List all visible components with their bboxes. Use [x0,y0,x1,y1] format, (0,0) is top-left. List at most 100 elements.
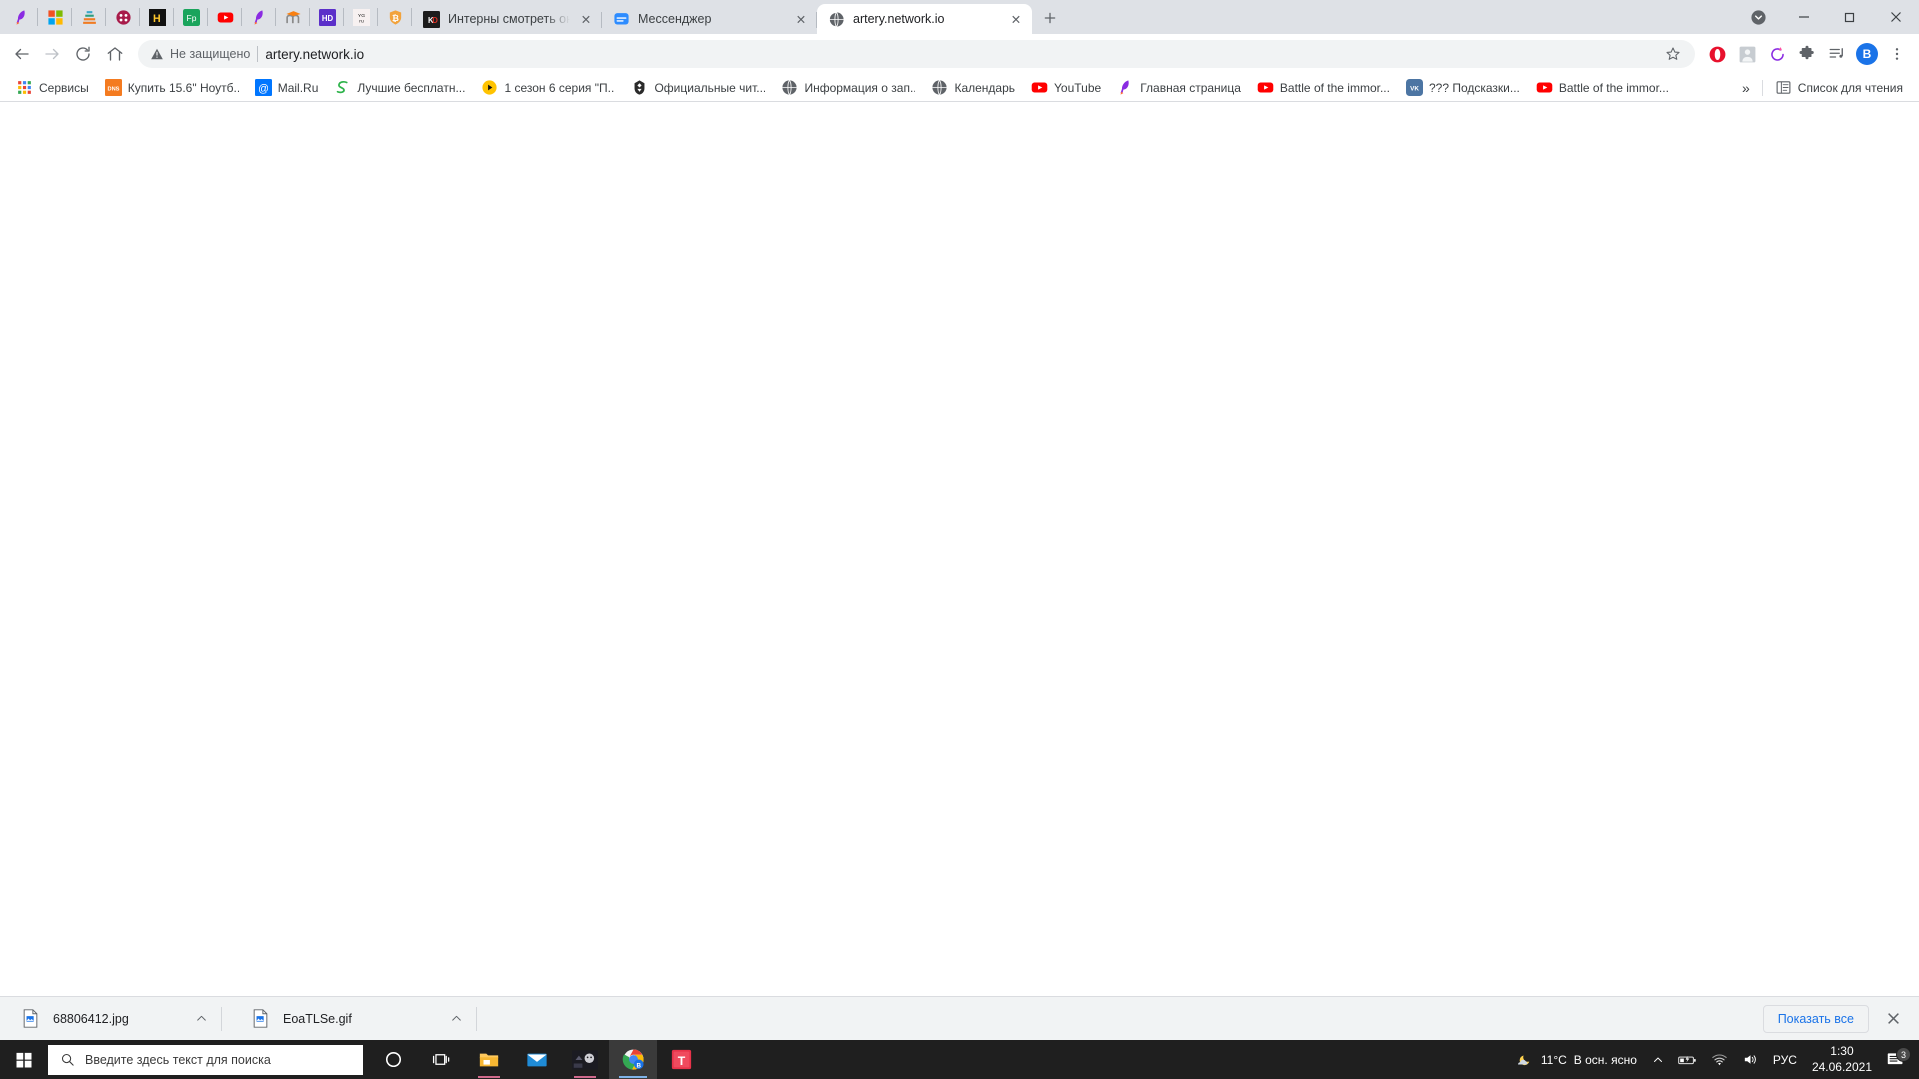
reload-button[interactable] [68,40,98,68]
purple-refresh-icon-button[interactable] [1763,40,1791,68]
bookmark-mailru[interactable]: @ Mail.Ru [247,76,327,99]
bookmark-informacia-o-zap[interactable]: Информация о зап... [773,76,923,99]
tab-close-button[interactable]: ✕ [1008,11,1024,27]
download-menu-button[interactable] [195,1012,208,1025]
download-filename: 68806412.jpg [53,1011,129,1026]
pinned-tab-fp[interactable]: Fp [174,0,208,34]
bookmark-battle-of-immortals-1[interactable]: Battle of the immor... [1249,76,1398,99]
globe-icon [829,11,844,27]
maximize-button[interactable] [1827,0,1873,34]
minimize-button[interactable] [1781,0,1827,34]
tab-search-button[interactable] [1735,0,1781,34]
address-bar[interactable]: Не защищено artery.network.io [138,40,1695,68]
pinned-tab-hd[interactable]: HD [310,0,344,34]
file-explorer-button[interactable] [465,1040,513,1079]
pinned-tab-stack[interactable] [72,0,106,34]
bookmark-label: Лучшие бесплатн... [357,80,466,95]
tab-messenger[interactable]: Мессенджер ✕ [602,4,817,34]
pinned-tab-yg[interactable]: YG ru [344,0,378,34]
tab-interny[interactable]: KD Интерны смотреть онлайн на р ✕ [412,4,602,34]
clock-widget[interactable]: 1:30 24.06.2021 [1804,1044,1880,1076]
feather-purple-icon [16,9,25,25]
show-hidden-icons-button[interactable] [1645,1040,1671,1079]
profile-avatar-button[interactable]: B [1853,40,1881,68]
media-list-button[interactable] [1823,40,1851,68]
pinned-tab-feather2[interactable] [242,0,276,34]
show-all-downloads-button[interactable]: Показать все [1762,1004,1869,1033]
chrome-button[interactable]: B [609,1040,657,1079]
vk-icon: VK [1405,79,1423,96]
bookmark-sezon-seria[interactable]: 1 сезон 6 серия "П... [473,76,623,99]
chrome-icon: B [622,1049,644,1070]
bookmark-oficialnye-chity[interactable]: Официальные чит... [623,76,773,99]
weather-widget[interactable]: 11°C В осн. ясно [1502,1051,1645,1069]
downloads-shelf: 68806412.jpg EoaTLSe.gif Показать все [0,996,1919,1040]
page-content-area [0,102,1919,996]
start-button[interactable] [0,1040,48,1079]
bookmark-star-button[interactable] [1659,40,1687,68]
bookmarks-overflow-button[interactable]: » [1734,77,1758,99]
pinned-tab-moodle[interactable] [276,0,310,34]
kd-icon: KD [423,10,440,28]
bookmark-luchshie-besplatnye[interactable]: Лучшие бесплатн... [326,76,473,99]
pinned-tab-youtube[interactable] [208,0,242,34]
download-menu-button[interactable] [450,1012,463,1025]
bookmark-glavnaya-stranica[interactable]: Главная страница [1109,76,1249,99]
notification-center-button[interactable]: 3 [1880,1047,1915,1068]
wifi-button[interactable] [1704,1040,1735,1079]
bookmark-kalendar[interactable]: Календарь [923,76,1023,99]
taskbar-search-box[interactable]: Введите здесь текст для поиска [48,1044,363,1075]
back-button[interactable] [8,40,36,68]
home-button[interactable] [100,40,130,68]
cortana-button[interactable] [369,1040,417,1079]
close-button[interactable] [1873,0,1919,34]
bookmark-podskazki[interactable]: VK ??? Подсказки... [1398,76,1528,99]
feather-purple-icon [254,9,263,25]
download-item[interactable]: EoaTLSe.gif [242,997,477,1041]
close-shelf-button[interactable] [1879,1005,1907,1033]
bookmark-youtube[interactable]: YouTube [1023,76,1109,99]
security-indicator[interactable]: Не защищено [150,47,250,61]
forward-button[interactable] [38,40,66,68]
bookmark-kupit-noutbuk[interactable]: DNS Купить 15.6" Ноутб... [97,76,247,99]
chevron-up-icon [197,1015,206,1021]
url-text[interactable]: artery.network.io [265,47,364,62]
tanki-button[interactable]: T [657,1040,705,1079]
task-view-button[interactable] [417,1040,465,1079]
tab-close-button[interactable]: ✕ [578,11,594,27]
volume-button[interactable] [1735,1040,1766,1079]
svg-text:₿: ₿ [392,13,399,23]
youtube-icon [1257,82,1274,93]
chrome-menu-button[interactable] [1883,40,1911,68]
new-tab-button[interactable] [1036,4,1064,32]
pinned-tab-circle[interactable] [106,0,140,34]
battery-button[interactable] [1671,1040,1704,1079]
image-file-icon [23,1009,38,1028]
extensions-button[interactable] [1793,40,1821,68]
bookmark-servisy[interactable]: Сервисы [8,76,97,99]
tab-close-button[interactable]: ✕ [793,11,809,27]
bookmark-label: Battle of the immor... [1558,80,1669,95]
mail-button[interactable] [513,1040,561,1079]
game-button[interactable] [561,1040,609,1079]
yg-icon: YGru [352,8,370,26]
download-filename: EoaTLSe.gif [283,1011,352,1026]
svg-text:B: B [636,1062,641,1069]
opera-red-icon-button[interactable] [1703,40,1731,68]
svg-text:H: H [152,12,160,24]
pinned-tab-yandex[interactable] [4,0,38,34]
language-indicator[interactable]: РУС [1766,1040,1804,1079]
pinned-tab-microsoft[interactable] [38,0,72,34]
mail-icon [527,1053,547,1066]
pinned-tab-h[interactable]: H [140,0,174,34]
grey-person-icon-button[interactable] [1733,40,1761,68]
bookmark-battle-of-immortals-2[interactable]: Battle of the immor... [1528,76,1677,99]
tab-artery-network[interactable]: artery.network.io ✕ [817,4,1032,34]
browser-window: H Fp HD YG ru ₿ K D Интерны смотреть он … [0,0,1919,1040]
pinned-tab-brave[interactable]: ₿ [378,0,412,34]
download-item[interactable]: 68806412.jpg [12,997,222,1041]
window-controls [1735,0,1919,34]
messenger-icon [614,12,629,24]
tanki-t-icon: T [671,1049,691,1070]
reading-list-button[interactable]: Список для чтения [1767,76,1911,99]
